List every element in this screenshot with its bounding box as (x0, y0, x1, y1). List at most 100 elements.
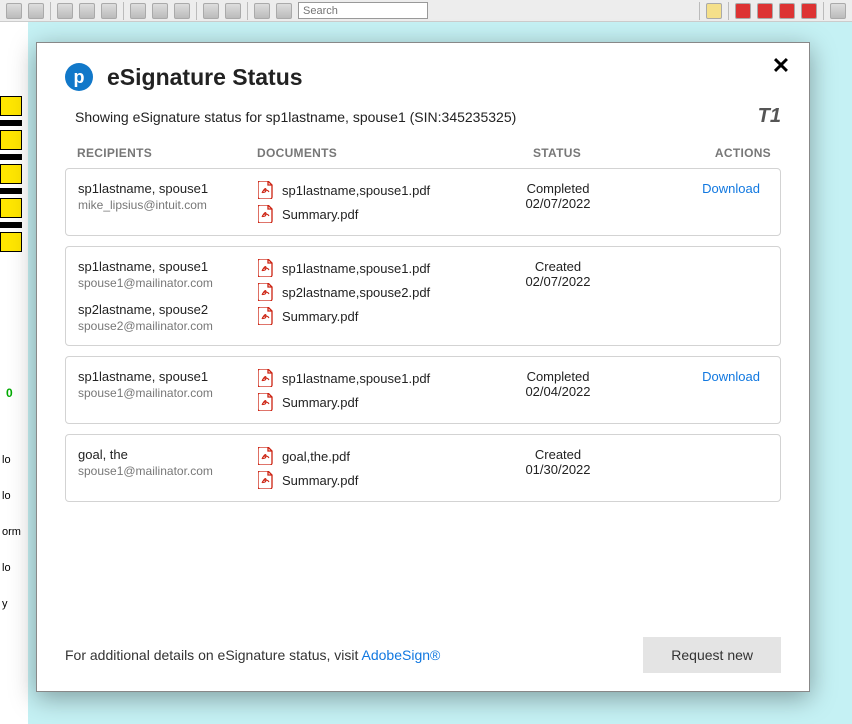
recipient: goal, the spouse1@mailinator.com (78, 447, 258, 478)
esignature-status-dialog: ✕ p eSignature Status Showing eSignature… (36, 42, 810, 692)
toolbar-icon[interactable] (174, 3, 190, 19)
action-cell (628, 447, 768, 489)
document-name: sp2lastname,spouse2.pdf (282, 285, 430, 300)
dialog-title: eSignature Status (107, 64, 303, 91)
toolbar-icon[interactable] (6, 3, 22, 19)
document-name: sp1lastname,spouse1.pdf (282, 371, 430, 386)
recipient-name: sp1lastname, spouse1 (78, 181, 258, 196)
app-toolbar (0, 0, 852, 22)
col-recipients: RECIPIENTS (77, 146, 257, 160)
status-row: goal, the spouse1@mailinator.com goal,the.… (65, 434, 781, 502)
toolbar-icon[interactable] (57, 3, 73, 19)
pdf-icon (258, 369, 274, 387)
toolbar-icon[interactable] (101, 3, 117, 19)
search-input[interactable] (298, 2, 428, 19)
alert-icon[interactable] (706, 3, 722, 19)
document-item: Summary.pdf (258, 471, 488, 489)
status-text: Completed (488, 369, 628, 384)
document-item: goal,the.pdf (258, 447, 488, 465)
status-row: sp1lastname, spouse1 mike_lipsius@intuit.… (65, 168, 781, 236)
zero-label: 0 (6, 386, 13, 400)
document-item: Summary.pdf (258, 205, 488, 223)
pdf-icon (258, 205, 274, 223)
document-name: Summary.pdf (282, 395, 358, 410)
pdf-icon (258, 181, 274, 199)
pdf-icon (258, 283, 274, 301)
pdf-icon (258, 393, 274, 411)
document-item: sp1lastname,spouse1.pdf (258, 259, 488, 277)
footer-text: For additional details on eSignature sta… (65, 647, 440, 663)
recipient: sp2lastname, spouse2 spouse2@mailinator.c… (78, 302, 258, 333)
status-date: 01/30/2022 (488, 462, 628, 477)
download-link[interactable]: Download (702, 369, 760, 384)
recipient-name: sp2lastname, spouse2 (78, 302, 258, 317)
recipient-name: sp1lastname, spouse1 (78, 369, 258, 384)
document-name: Summary.pdf (282, 309, 358, 324)
toolbar-icon[interactable] (152, 3, 168, 19)
toolbar-icon[interactable] (276, 3, 292, 19)
status-cell: Created02/07/2022 (488, 259, 628, 333)
document-name: Summary.pdf (282, 473, 358, 488)
download-link[interactable]: Download (702, 181, 760, 196)
recipient-name: sp1lastname, spouse1 (78, 259, 258, 274)
recipient-email: spouse1@mailinator.com (78, 386, 258, 400)
status-text: Created (488, 447, 628, 462)
action-cell: Download (628, 181, 768, 223)
column-headers: RECIPIENTS DOCUMENTS STATUS ACTIONS (65, 146, 781, 168)
document-name: goal,the.pdf (282, 449, 350, 464)
status-text: Created (488, 259, 628, 274)
status-date: 02/07/2022 (488, 196, 628, 211)
adobesign-link[interactable]: AdobeSign® (362, 647, 441, 663)
document-name: Summary.pdf (282, 207, 358, 222)
recipient-email: spouse2@mailinator.com (78, 319, 258, 333)
check-icon[interactable] (757, 3, 773, 19)
document-item: sp1lastname,spouse1.pdf (258, 181, 488, 199)
toolbar-icon[interactable] (28, 3, 44, 19)
status-cell: Created01/30/2022 (488, 447, 628, 489)
app-logo-icon: p (65, 63, 93, 91)
recipient: sp1lastname, spouse1 mike_lipsius@intuit.… (78, 181, 258, 212)
document-name: sp1lastname,spouse1.pdf (282, 183, 430, 198)
recipient-email: spouse1@mailinator.com (78, 276, 258, 290)
status-cell: Completed02/04/2022 (488, 369, 628, 411)
check-icon[interactable] (735, 3, 751, 19)
action-cell (628, 259, 768, 333)
pdf-icon (258, 447, 274, 465)
document-item: Summary.pdf (258, 393, 488, 411)
recipient-email: mike_lipsius@intuit.com (78, 198, 258, 212)
recipient: sp1lastname, spouse1 spouse1@mailinator.c… (78, 259, 258, 290)
close-icon[interactable] (779, 3, 795, 19)
toolbar-icon[interactable] (254, 3, 270, 19)
status-cell: Completed02/07/2022 (488, 181, 628, 223)
toolbar-icon[interactable] (79, 3, 95, 19)
document-item: Summary.pdf (258, 307, 488, 325)
toolbar-icon[interactable] (830, 3, 846, 19)
toolbar-icon[interactable] (203, 3, 219, 19)
toolbar-icon[interactable] (225, 3, 241, 19)
pdf-icon (258, 307, 274, 325)
recipient-email: spouse1@mailinator.com (78, 464, 258, 478)
action-cell: Download (628, 369, 768, 411)
col-actions: ACTIONS (627, 146, 781, 160)
recipient-name: goal, the (78, 447, 258, 462)
request-new-button[interactable]: Request new (643, 637, 781, 673)
close-button[interactable]: ✕ (771, 57, 791, 77)
status-date: 02/04/2022 (488, 384, 628, 399)
help-icon[interactable] (801, 3, 817, 19)
form-type-label: T1 (758, 105, 781, 128)
document-item: sp1lastname,spouse1.pdf (258, 369, 488, 387)
dialog-subtitle: Showing eSignature status for sp1lastnam… (75, 109, 516, 125)
col-documents: DOCUMENTS (257, 146, 487, 160)
side-labels: lo lo orm lo y (0, 430, 23, 634)
status-row: sp1lastname, spouse1 spouse1@mailinator.c… (65, 246, 781, 346)
pdf-icon (258, 259, 274, 277)
status-text: Completed (488, 181, 628, 196)
document-name: sp1lastname,spouse1.pdf (282, 261, 430, 276)
col-status: STATUS (487, 146, 627, 160)
status-date: 02/07/2022 (488, 274, 628, 289)
recipient: sp1lastname, spouse1 spouse1@mailinator.c… (78, 369, 258, 400)
document-item: sp2lastname,spouse2.pdf (258, 283, 488, 301)
status-row: sp1lastname, spouse1 spouse1@mailinator.c… (65, 356, 781, 424)
pdf-icon (258, 471, 274, 489)
toolbar-icon[interactable] (130, 3, 146, 19)
